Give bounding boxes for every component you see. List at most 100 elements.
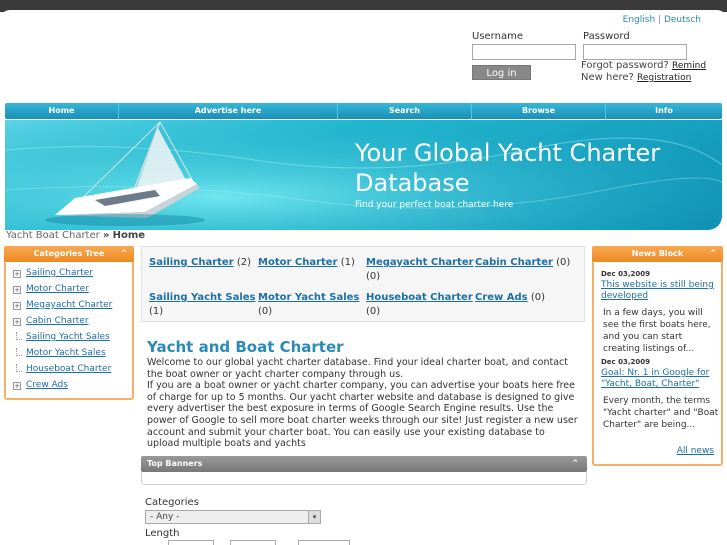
- tree-link[interactable]: Houseboat Charter: [26, 364, 111, 374]
- category-cell: Motor Yacht Sales (0): [258, 291, 366, 319]
- banner-subtitle: Find your perfect boat charter here: [355, 200, 514, 210]
- category-count: (0): [530, 292, 545, 303]
- lang-separator: |: [658, 15, 662, 25]
- length-min-input[interactable]: [168, 540, 214, 545]
- intro-paragraph-2: If you are a boat owner or yacht charter…: [147, 380, 578, 450]
- categories-tree-panel: Categories Tree ⌃ + Sailing Charter + Moto…: [4, 246, 134, 400]
- tree-item: Houseboat Charter: [6, 364, 132, 380]
- lang-deutsch-link[interactable]: Deutsch: [664, 15, 701, 25]
- expand-plus-icon[interactable]: +: [13, 270, 21, 278]
- categories-select-value: - Any -: [150, 512, 180, 522]
- expand-plus-icon[interactable]: +: [13, 318, 21, 326]
- tree-link[interactable]: Megayacht Charter: [26, 300, 112, 310]
- forgot-password-row: Forgot password? Remind: [581, 60, 706, 71]
- new-here-row: New here? Registration: [581, 72, 691, 83]
- category-cell: Sailing Charter (2): [149, 256, 257, 270]
- tree-link[interactable]: Crew Ads: [26, 380, 68, 390]
- banner-title: Your Global Yacht Charter Database: [355, 139, 661, 197]
- category-cell: Cabin Charter (0): [475, 256, 583, 270]
- category-link[interactable]: Crew Ads: [475, 292, 528, 303]
- news-title-link[interactable]: This website is still being developed: [601, 280, 719, 302]
- news-excerpt: In a few days, you will see the first bo…: [603, 308, 711, 354]
- collapse-icon[interactable]: ⌃: [120, 246, 128, 262]
- news-item: Dec 03,2009 Goal: Nr. 1 in Google for "Y…: [601, 358, 719, 431]
- nav-info[interactable]: Info: [606, 103, 722, 119]
- length-unit-select[interactable]: [298, 540, 350, 545]
- breadcrumb-parent[interactable]: Yacht Boat Charter: [6, 230, 100, 241]
- forgot-password-text: Forgot password?: [581, 60, 669, 71]
- tree-link[interactable]: Motor Yacht Sales: [26, 348, 106, 358]
- category-link[interactable]: Cabin Charter: [475, 257, 553, 268]
- category-cell: Sailing Yacht Sales (1): [149, 291, 257, 319]
- expand-plus-icon[interactable]: +: [13, 302, 21, 310]
- tree-link[interactable]: Sailing Yacht Sales: [26, 332, 110, 342]
- tree-item: + Megayacht Charter: [6, 300, 132, 316]
- categories-select[interactable]: - Any - ▾: [145, 510, 321, 524]
- category-count: (0): [366, 306, 381, 317]
- tree-item: Sailing Yacht Sales: [6, 332, 132, 348]
- category-link[interactable]: Motor Charter: [258, 257, 338, 268]
- tree-item: + Crew Ads: [6, 380, 132, 396]
- categories-label: Categories: [145, 497, 199, 508]
- registration-link[interactable]: Registration: [637, 73, 691, 83]
- tree-link[interactable]: Cabin Charter: [26, 316, 89, 326]
- nav-search[interactable]: Search: [338, 103, 472, 119]
- news-date: Dec 03,2009: [601, 358, 651, 366]
- tree-link[interactable]: Motor Charter: [26, 284, 89, 294]
- category-cell: Crew Ads (0): [475, 291, 583, 305]
- tree-item: + Cabin Charter: [6, 316, 132, 332]
- tree-line-icon: [16, 364, 22, 372]
- collapse-icon[interactable]: ⌃: [709, 246, 717, 262]
- header-banner: Your Global Yacht Charter Database Find …: [5, 120, 722, 230]
- remind-link[interactable]: Remind: [672, 61, 706, 71]
- length-max-input[interactable]: [230, 540, 276, 545]
- tree-item: + Sailing Charter: [6, 268, 132, 284]
- all-news-link[interactable]: All news: [677, 446, 714, 456]
- password-input[interactable]: [583, 44, 687, 60]
- login-button[interactable]: Log in: [472, 65, 531, 80]
- category-count: (2): [236, 257, 251, 268]
- category-link[interactable]: Sailing Yacht Sales: [149, 292, 255, 303]
- username-input[interactable]: [472, 44, 576, 60]
- breadcrumb-current: Home: [112, 230, 146, 241]
- page-title: Yacht and Boat Charter: [147, 338, 344, 356]
- nav-advertise[interactable]: Advertise here: [119, 103, 338, 119]
- categories-tree-header: Categories Tree ⌃: [4, 246, 134, 262]
- news-block-panel: News Block ⌃ Dec 03,2009 This website is…: [592, 246, 723, 466]
- nav-browse[interactable]: Browse: [472, 103, 606, 119]
- lang-english-link[interactable]: English: [623, 15, 656, 25]
- length-label: Length: [145, 528, 180, 539]
- top-banners-header: Top Banners ⌃: [141, 456, 587, 472]
- nav-home[interactable]: Home: [5, 103, 119, 119]
- main-navigation: Home Advertise here Search Browse Info: [5, 103, 722, 119]
- new-here-text: New here?: [581, 72, 634, 83]
- category-link[interactable]: Houseboat Charter: [366, 292, 473, 303]
- breadcrumb-separator: »: [102, 230, 110, 241]
- tree-link[interactable]: Sailing Charter: [26, 268, 93, 278]
- news-block-header: News Block ⌃: [592, 246, 723, 262]
- news-block-title: News Block: [631, 249, 684, 258]
- language-switcher: English | Deutsch: [623, 15, 701, 25]
- expand-plus-icon[interactable]: +: [13, 382, 21, 390]
- password-label: Password: [583, 31, 630, 42]
- category-count: (0): [556, 257, 571, 268]
- category-count: (1): [340, 257, 355, 268]
- category-count: (1): [149, 306, 164, 317]
- news-title-link[interactable]: Goal: Nr. 1 in Google for "Yacht, Boat, …: [601, 368, 719, 390]
- top-banners-body: [141, 472, 587, 485]
- news-item: Dec 03,2009 This website is still being …: [601, 270, 719, 355]
- breadcrumb: Yacht Boat Charter » Home: [6, 230, 145, 241]
- collapse-icon[interactable]: ⌃: [571, 456, 579, 472]
- categories-tree-title: Categories Tree: [33, 249, 105, 258]
- category-count: (0): [258, 306, 273, 317]
- expand-plus-icon[interactable]: +: [13, 286, 21, 294]
- news-excerpt: Every month, the terms "Yacht charter" a…: [603, 396, 719, 430]
- category-link[interactable]: Megayacht Charter: [366, 257, 474, 268]
- category-count: (0): [366, 271, 381, 282]
- username-label: Username: [472, 31, 523, 42]
- tree-item: Motor Yacht Sales: [6, 348, 132, 364]
- categories-tree-list: + Sailing Charter + Motor Charter + Megayac…: [6, 268, 132, 396]
- intro-text: Welcome to our global yacht charter data…: [147, 357, 579, 450]
- category-link[interactable]: Sailing Charter: [149, 257, 234, 268]
- category-link[interactable]: Motor Yacht Sales: [258, 292, 359, 303]
